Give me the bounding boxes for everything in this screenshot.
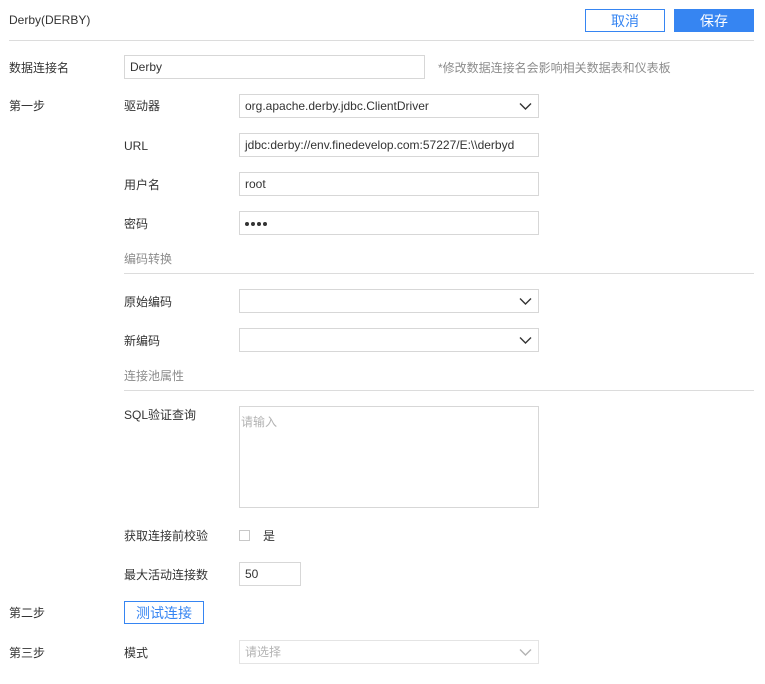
password-dot [245,221,249,226]
encoding-divider [124,273,754,274]
connection-name-input[interactable]: Derby [124,55,425,79]
url-label: URL [124,139,149,153]
max-active-input[interactable]: 50 [239,562,301,586]
connection-name-value: Derby [130,60,163,74]
mode-placeholder: 请选择 [245,645,282,659]
password-dot [251,221,255,226]
validate-before-label: 获取连接前校验 [124,529,209,543]
pool-section-title: 连接池属性 [124,369,185,383]
username-input[interactable]: root [239,172,539,196]
header-divider [9,40,754,41]
password-dot [263,221,267,226]
page-title: Derby(DERBY) [9,13,91,27]
sql-validation-placeholder: 请输入 [241,415,278,429]
save-button[interactable]: 保存 [674,9,754,32]
connection-name-hint: *修改数据连接名会影响相关数据表和仪表板 [438,61,671,75]
password-dot [257,221,261,226]
chevron-down-icon [519,337,532,344]
step-one-label: 第一步 [9,99,46,113]
username-label: 用户名 [124,178,161,192]
chevron-down-icon [519,649,532,656]
new-encoding-select[interactable] [239,328,539,352]
pool-divider [124,390,754,391]
password-mask [245,216,269,230]
url-value: jdbc:derby://env.finedevelop.com:57227/E… [245,138,515,152]
driver-value: org.apache.derby.jdbc.ClientDriver [245,99,429,113]
original-encoding-label: 原始编码 [124,295,173,309]
new-encoding-label: 新编码 [124,334,161,348]
driver-select[interactable]: org.apache.derby.jdbc.ClientDriver [239,94,539,118]
validate-before-checkbox[interactable] [239,530,250,541]
chevron-down-icon [519,298,532,305]
encoding-section-title: 编码转换 [124,252,173,266]
connection-name-label: 数据连接名 [9,61,70,75]
sql-validation-label: SQL验证查询 [124,408,197,422]
password-input[interactable] [239,211,539,235]
cancel-button[interactable]: 取消 [585,9,665,32]
url-input[interactable]: jdbc:derby://env.finedevelop.com:57227/E… [239,133,539,157]
sql-validation-textarea[interactable]: 请输入 [239,406,539,508]
max-active-value: 50 [245,567,259,581]
validate-before-option: 是 [263,529,276,543]
test-connection-button[interactable]: 测试连接 [124,601,204,624]
max-active-label: 最大活动连接数 [124,568,209,582]
mode-select[interactable]: 请选择 [239,640,539,664]
username-value: root [245,177,266,191]
driver-label: 驱动器 [124,99,161,113]
original-encoding-select[interactable] [239,289,539,313]
step-three-label: 第三步 [9,646,46,660]
mode-label: 模式 [124,646,149,660]
password-label: 密码 [124,217,149,231]
step-two-label: 第二步 [9,606,46,620]
chevron-down-icon [519,103,532,110]
